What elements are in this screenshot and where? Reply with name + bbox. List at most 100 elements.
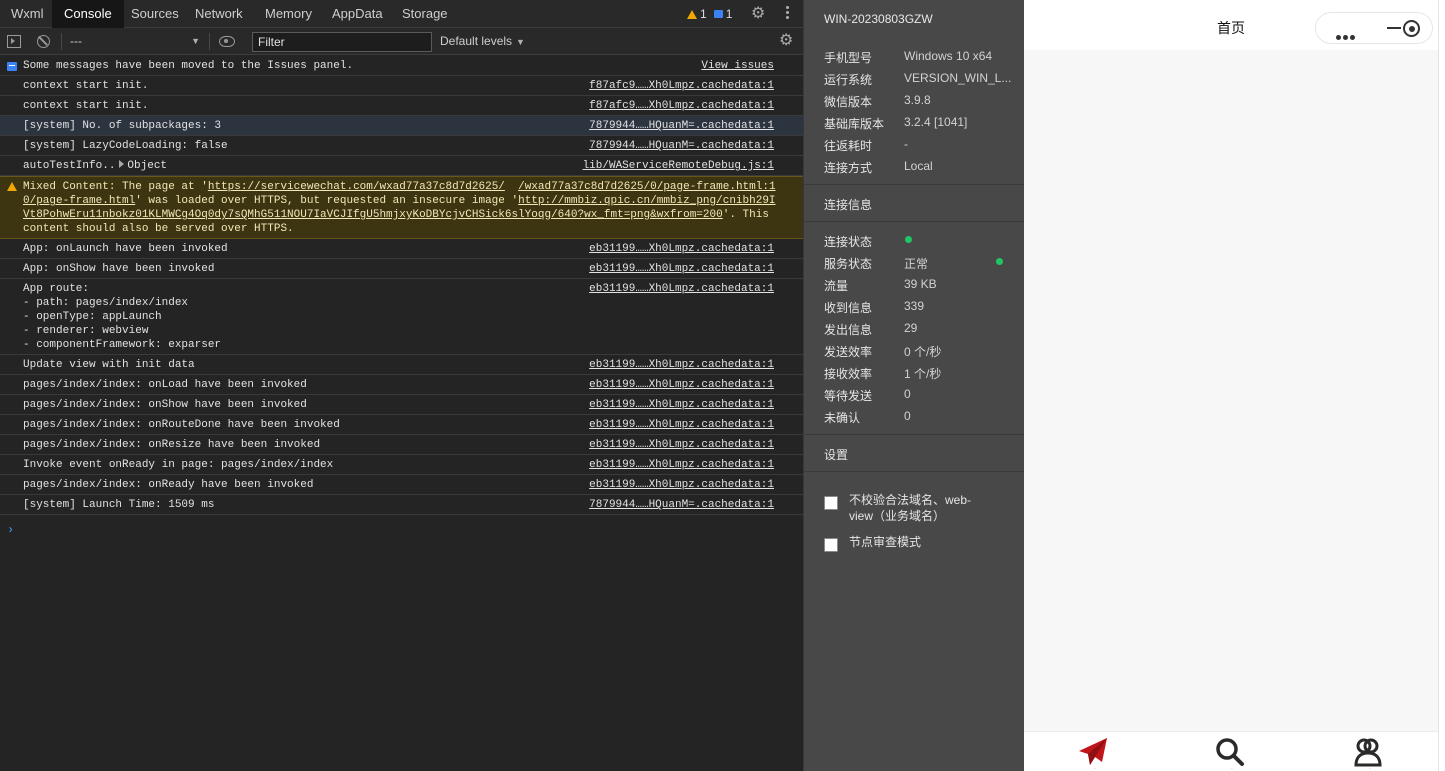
tab-sources[interactable]: Sources — [131, 0, 179, 28]
console-row: pages/index/index: onShow have been invo… — [0, 395, 803, 415]
tab-network[interactable]: Network — [195, 0, 243, 28]
tab-label: · — [1093, 764, 1097, 771]
tab-appdata[interactable]: AppData — [332, 0, 383, 28]
source-link[interactable]: eb31199……Xh0Lmpz.cachedata:1 — [589, 358, 774, 372]
console-row: Update view with init data eb31199……Xh0L… — [0, 355, 803, 375]
warning-text: Mixed Content: The page at ' — [23, 181, 208, 193]
tab-label: · — [1368, 764, 1372, 771]
close-target-icon[interactable] — [1403, 20, 1420, 37]
settings-section-title: 设置 — [824, 448, 849, 462]
info-label: 微信版本 — [824, 95, 873, 109]
issues-counter[interactable]: 11 — [687, 0, 732, 28]
tab-console[interactable]: Console — [52, 0, 124, 28]
section-divider — [804, 471, 1025, 472]
source-link[interactable]: eb31199……Xh0Lmpz.cachedata:1 — [589, 262, 774, 276]
tab-item-search[interactable]: · — [1214, 737, 1250, 771]
stat-label: 发出信息 — [824, 323, 873, 337]
log-levels-dropdown[interactable]: Default levels ▼ — [440, 33, 525, 50]
settings-gear-icon[interactable]: ⚙ — [751, 6, 765, 22]
source-link[interactable]: eb31199……Xh0Lmpz.cachedata:1 — [589, 458, 774, 472]
message-icon — [713, 10, 723, 18]
object-preview[interactable]: Object — [127, 160, 167, 172]
mixed-content-warning-row: Mixed Content: The page at 'https://serv… — [0, 176, 803, 239]
warning-gap — [505, 181, 518, 193]
info-message-icon — [7, 62, 17, 71]
toolbar-divider — [61, 33, 62, 50]
console-row: [system] No. of subpackages: 3 7879944……… — [0, 116, 803, 136]
tab-item-profile[interactable]: · — [1352, 737, 1388, 771]
page-content-area[interactable] — [1024, 50, 1438, 731]
stat-label: 等待发送 — [824, 389, 873, 403]
source-link[interactable]: 7879944……HQuanM=.cachedata:1 — [589, 498, 774, 512]
section-divider — [804, 221, 1025, 222]
source-link[interactable]: /wxad77a37c8d7d2625/0/page-frame.html:1 — [518, 181, 775, 193]
console-settings-gear-icon[interactable]: ⚙ — [779, 33, 793, 49]
console-row: Invoke event onReady in page: pages/inde… — [0, 455, 803, 475]
console-row: pages/index/index: onRouteDone have been… — [0, 415, 803, 435]
service-status-dot — [996, 258, 1003, 265]
connection-section-title: 连接信息 — [824, 198, 873, 212]
stat-label: 未确认 — [824, 411, 861, 425]
source-link[interactable]: lib/WAServiceRemoteDebug.js:1 — [583, 159, 774, 173]
image-url-link-continued[interactable]: Vt8PohwEru11nbokz01KLMWCg4Oq0dy7sQMhG511… — [23, 209, 723, 221]
more-options-icon[interactable] — [783, 5, 791, 23]
message-count: 1 — [725, 7, 733, 21]
source-link-continued[interactable]: 0/page-frame.html — [23, 195, 135, 207]
info-value: 3.9.8 — [904, 93, 931, 107]
minimize-icon[interactable] — [1387, 27, 1401, 29]
source-link[interactable]: f87afc9……Xh0Lmpz.cachedata:1 — [589, 79, 774, 93]
stat-value: 0 — [904, 409, 911, 423]
source-link[interactable]: eb31199……Xh0Lmpz.cachedata:1 — [589, 398, 774, 412]
source-link[interactable]: eb31199……Xh0Lmpz.cachedata:1 — [589, 438, 774, 452]
filter-input[interactable] — [252, 32, 432, 52]
clear-console-icon[interactable] — [37, 35, 50, 48]
section-divider — [804, 184, 1025, 185]
console-row: context start init. f87afc9……Xh0Lmpz.cac… — [0, 96, 803, 116]
console-prompt-chevron-icon[interactable]: › — [7, 523, 14, 537]
show-sidebar-icon[interactable] — [7, 35, 21, 48]
info-label: 往返耗时 — [824, 139, 873, 153]
log-levels-label: Default levels — [440, 34, 513, 48]
context-value: --- — [70, 34, 82, 48]
toolbar-divider — [209, 33, 210, 50]
tab-memory[interactable]: Memory — [265, 0, 312, 28]
context-selector[interactable]: --- ▼ — [70, 33, 202, 50]
expand-triangle-icon[interactable] — [119, 160, 125, 168]
console-row: App: onShow have been invoked eb31199……X… — [0, 259, 803, 279]
stat-label: 接收效率 — [824, 367, 873, 381]
stat-value: 正常 — [904, 257, 929, 271]
console-row: pages/index/index: onLoad have been invo… — [0, 375, 803, 395]
tab-storage[interactable]: Storage — [402, 0, 448, 28]
paper-plane-icon — [1079, 738, 1107, 765]
debug-info-panel: WIN-20230803GZW 手机型号 Windows 10 x64 运行系统… — [803, 0, 1025, 771]
source-link[interactable]: eb31199……Xh0Lmpz.cachedata:1 — [589, 478, 774, 492]
source-link[interactable]: f87afc9……Xh0Lmpz.cachedata:1 — [589, 99, 774, 113]
image-url-link[interactable]: http://mmbiz.qpic.cn/mmbiz_png/cnibh29I — [518, 195, 775, 207]
info-value: 3.2.4 [1041] — [904, 115, 968, 129]
node-inspect-label: 节点审查模式 — [849, 535, 922, 549]
view-issues-link[interactable]: View issues — [701, 59, 774, 73]
more-dots-icon[interactable] — [1336, 27, 1357, 45]
stat-label: 发送效率 — [824, 345, 873, 359]
user-icon — [1354, 738, 1382, 767]
tab-label: · — [1230, 764, 1234, 771]
console-row: autoTestInfo.. Object lib/WAServiceRemote… — [0, 156, 803, 176]
node-inspect-checkbox[interactable] — [824, 538, 838, 552]
live-expression-eye-icon[interactable] — [219, 36, 235, 47]
source-link[interactable]: eb31199……Xh0Lmpz.cachedata:1 — [589, 378, 774, 392]
stat-label: 服务状态 — [824, 257, 873, 271]
page-url-link[interactable]: https://servicewechat.com/wxad77a37c8d7d… — [208, 181, 505, 193]
warning-text: ' was loaded over HTTPS, but requested a… — [135, 195, 519, 207]
tab-wxml[interactable]: Wxml — [11, 0, 44, 28]
source-link[interactable]: eb31199……Xh0Lmpz.cachedata:1 — [589, 242, 774, 256]
source-link[interactable]: 7879944……HQuanM=.cachedata:1 — [589, 119, 774, 133]
source-link[interactable]: eb31199……Xh0Lmpz.cachedata:1 — [589, 418, 774, 432]
devtools-panel: Wxml Console Sources Network Memory AppD… — [0, 0, 803, 771]
chevron-down-icon: ▼ — [191, 36, 200, 46]
source-link[interactable]: eb31199……Xh0Lmpz.cachedata:1 — [589, 282, 774, 296]
source-link[interactable]: 7879944……HQuanM=.cachedata:1 — [589, 139, 774, 153]
simulator-scrollbar[interactable] — [1438, 0, 1445, 771]
info-label: 连接方式 — [824, 161, 873, 175]
skip-domain-check-checkbox[interactable] — [824, 496, 838, 510]
tab-item-send[interactable]: · — [1077, 737, 1113, 771]
